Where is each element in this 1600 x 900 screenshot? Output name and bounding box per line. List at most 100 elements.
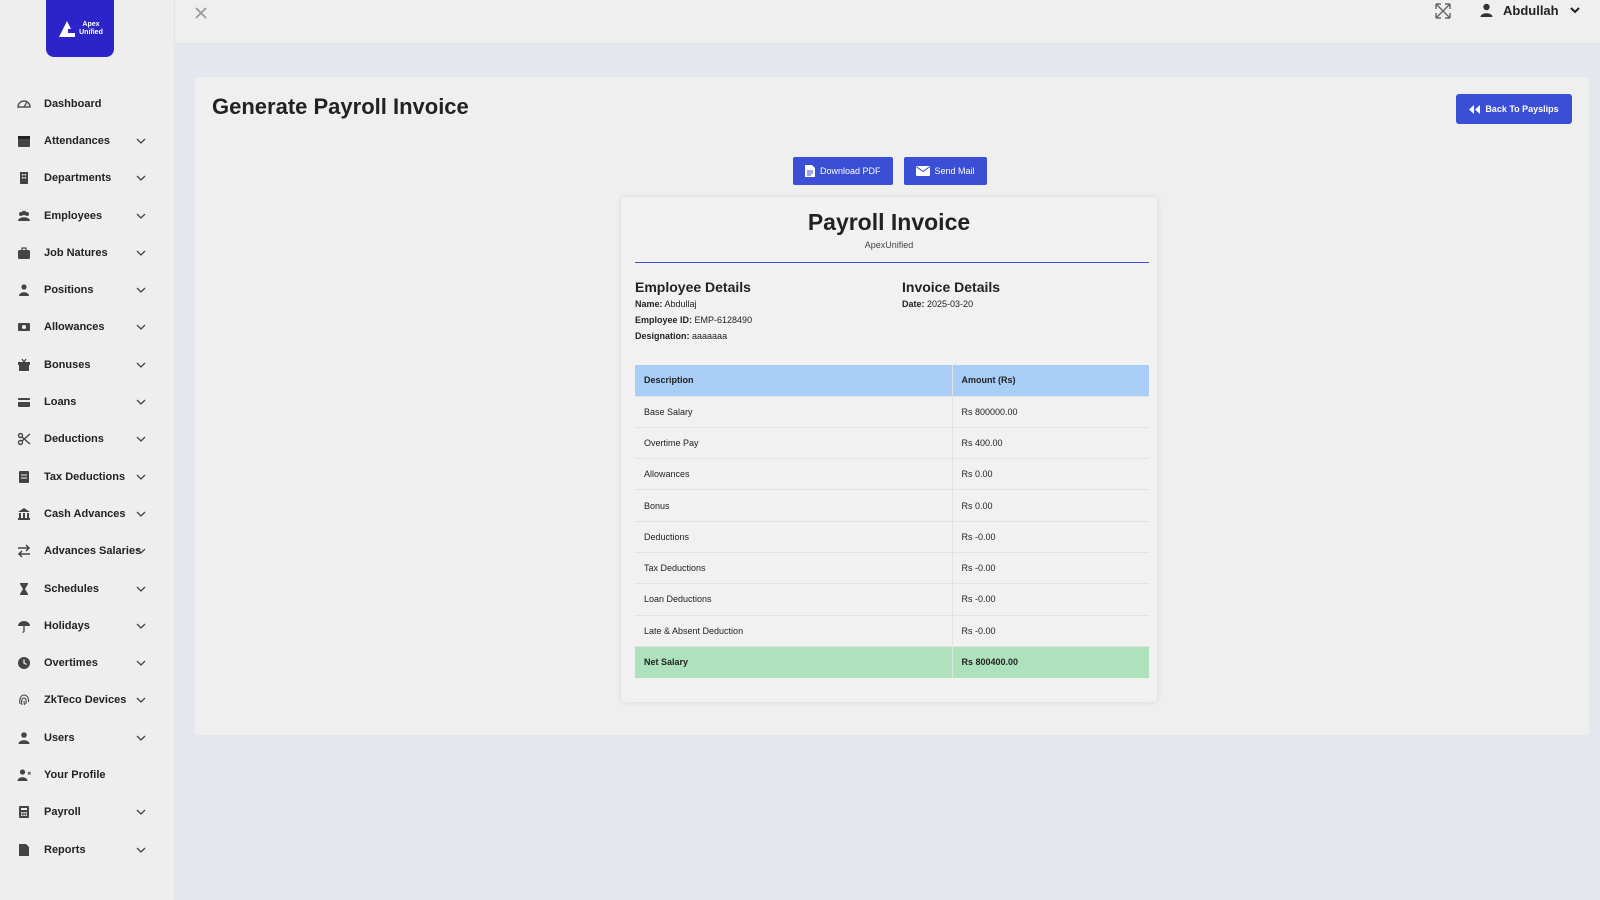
chevron-down-icon — [136, 436, 146, 443]
exchange-icon — [17, 544, 31, 558]
table-header-row: Description Amount (Rs) — [635, 365, 1149, 396]
sidebar-item-holidays[interactable]: Holidays — [0, 607, 175, 644]
sidebar-item-zkteco-devices[interactable]: ZkTeco Devices — [0, 682, 175, 719]
table-row: Loan Deductions Rs -0.00 — [635, 583, 1149, 616]
employee-id-value: EMP-6128490 — [694, 315, 753, 325]
app-logo[interactable]: Apex Unified — [46, 0, 114, 57]
row-description: Late & Absent Deduction — [635, 614, 953, 647]
backward-icon — [1469, 104, 1481, 114]
pdf-file-icon — [805, 165, 815, 177]
users-icon — [17, 209, 31, 223]
sidebar-item-departments[interactable]: Departments — [0, 160, 175, 197]
sidebar-item-your-profile[interactable]: Your Profile — [0, 756, 175, 793]
chevron-down-icon — [136, 175, 146, 182]
hourglass-icon — [17, 582, 31, 596]
user-avatar-icon — [1480, 3, 1493, 17]
row-amount: Rs 0.00 — [952, 458, 1149, 490]
download-pdf-label: Download PDF — [820, 166, 881, 176]
net-salary-label: Net Salary — [635, 645, 953, 678]
designation-line: Designation: aaaaaaa — [635, 331, 752, 341]
sidebar-item-payroll[interactable]: Payroll — [0, 794, 175, 831]
fullscreen-icon[interactable] — [1434, 2, 1452, 20]
umbrella-icon — [17, 619, 31, 633]
chevron-down-icon — [136, 586, 146, 592]
close-icon[interactable] — [193, 5, 209, 21]
gift-icon — [17, 358, 31, 372]
row-amount: Rs -0.00 — [952, 520, 1149, 553]
invoice-date-line: Date: 2025-03-20 — [902, 299, 1000, 309]
user-name: Abdullah — [1503, 2, 1559, 18]
sidebar-item-advances-salaries[interactable]: Advances Salaries — [0, 533, 175, 570]
table-row: Deductions Rs -0.00 — [635, 520, 1149, 553]
envelope-icon — [915, 166, 930, 176]
chevron-down-icon — [136, 362, 146, 368]
clock-icon — [17, 656, 31, 670]
sidebar-item-dashboard[interactable]: Dashboard — [0, 85, 175, 122]
sidebar-item-attendances[interactable]: Attendances — [0, 122, 175, 159]
dashboard-icon — [17, 97, 31, 111]
sidebar-item-loans[interactable]: Loans — [0, 383, 175, 420]
row-description: Overtime Pay — [635, 426, 953, 459]
column-header-amount: Amount (Rs) — [952, 365, 1149, 396]
sidebar-item-tax-deductions[interactable]: Tax Deductions — [0, 458, 175, 495]
table-row: Overtime Pay Rs 400.00 — [635, 426, 1149, 459]
row-description: Allowances — [635, 458, 953, 490]
row-amount: Rs -0.00 — [952, 614, 1149, 647]
user-icon — [17, 731, 31, 745]
date-label: Date: — [902, 299, 925, 309]
sidebar-item-users[interactable]: Users — [0, 719, 175, 756]
sidebar-item-cash-advances[interactable]: Cash Advances — [0, 495, 175, 532]
row-amount: Rs 400.00 — [952, 426, 1149, 459]
sidebar-item-label: Cash Advances — [44, 507, 126, 520]
logo-text: Apex Unified — [79, 21, 103, 37]
sidebar-item-label: Allowances — [44, 321, 105, 334]
topbar: Abdullah — [175, 0, 1600, 44]
payroll-table: Description Amount (Rs) Base Salary Rs 80… — [635, 365, 1149, 678]
sidebar-item-overtimes[interactable]: Overtimes — [0, 644, 175, 681]
back-to-payslips-button[interactable]: Back To Payslips — [1456, 94, 1572, 124]
send-mail-button[interactable]: Send Mail — [903, 157, 987, 185]
download-pdf-button[interactable]: Download PDF — [793, 157, 893, 185]
logo-mark-icon — [59, 20, 76, 37]
sidebar-item-job-natures[interactable]: Job Natures — [0, 234, 175, 271]
sidebar-item-label: Advances Salaries — [44, 545, 142, 558]
sidebar-item-label: Your Profile — [44, 768, 106, 781]
chevron-down-icon — [136, 623, 146, 629]
user-menu[interactable]: Abdullah — [1480, 0, 1581, 20]
table-row: Base Salary Rs 800000.00 — [635, 395, 1149, 428]
name-label: Name: — [635, 299, 663, 309]
chevron-down-icon — [136, 474, 146, 480]
row-amount: Rs 0.00 — [952, 489, 1149, 522]
chevron-down-icon — [1569, 7, 1580, 14]
sidebar-nav: Dashboard Attendances Departments Employees… — [0, 85, 175, 868]
row-description: Deductions — [635, 520, 953, 553]
sidebar-item-label: Tax Deductions — [44, 470, 126, 483]
user-profile-icon — [17, 768, 31, 782]
sidebar-item-positions[interactable]: Positions — [0, 271, 175, 308]
file-icon — [17, 843, 31, 857]
main-card: Generate Payroll Invoice Back To Payslip… — [195, 77, 1589, 735]
sidebar-item-label: Payroll — [44, 806, 81, 819]
row-amount: Rs -0.00 — [952, 551, 1149, 584]
sidebar-item-allowances[interactable]: Allowances — [0, 309, 175, 346]
sidebar-item-label: Reports — [44, 843, 86, 856]
sidebar-item-label: Holidays — [44, 619, 90, 632]
fingerprint-icon — [17, 693, 31, 707]
sidebar-item-bonuses[interactable]: Bonuses — [0, 346, 175, 383]
sidebar-item-label: Dashboard — [44, 97, 102, 110]
sidebar-item-deductions[interactable]: Deductions — [0, 421, 175, 458]
chevron-down-icon — [136, 548, 146, 555]
row-amount: Rs -0.00 — [952, 583, 1149, 616]
logo-text-line1: Apex — [82, 20, 100, 28]
employee-id-line: Employee ID: EMP-6128490 — [635, 315, 752, 325]
row-description: Base Salary — [635, 395, 953, 428]
sidebar-item-reports[interactable]: Reports — [0, 831, 175, 868]
invoice-details: Invoice Details Date: 2025-03-20 — [902, 279, 1000, 315]
sidebar-item-employees[interactable]: Employees — [0, 197, 175, 234]
table-row: Bonus Rs 0.00 — [635, 489, 1149, 522]
sidebar-item-schedules[interactable]: Schedules — [0, 570, 175, 607]
sidebar-item-label: Employees — [44, 209, 103, 222]
money-icon — [17, 320, 31, 334]
column-header-description: Description — [635, 365, 953, 396]
sidebar-item-label: Bonuses — [44, 358, 91, 371]
